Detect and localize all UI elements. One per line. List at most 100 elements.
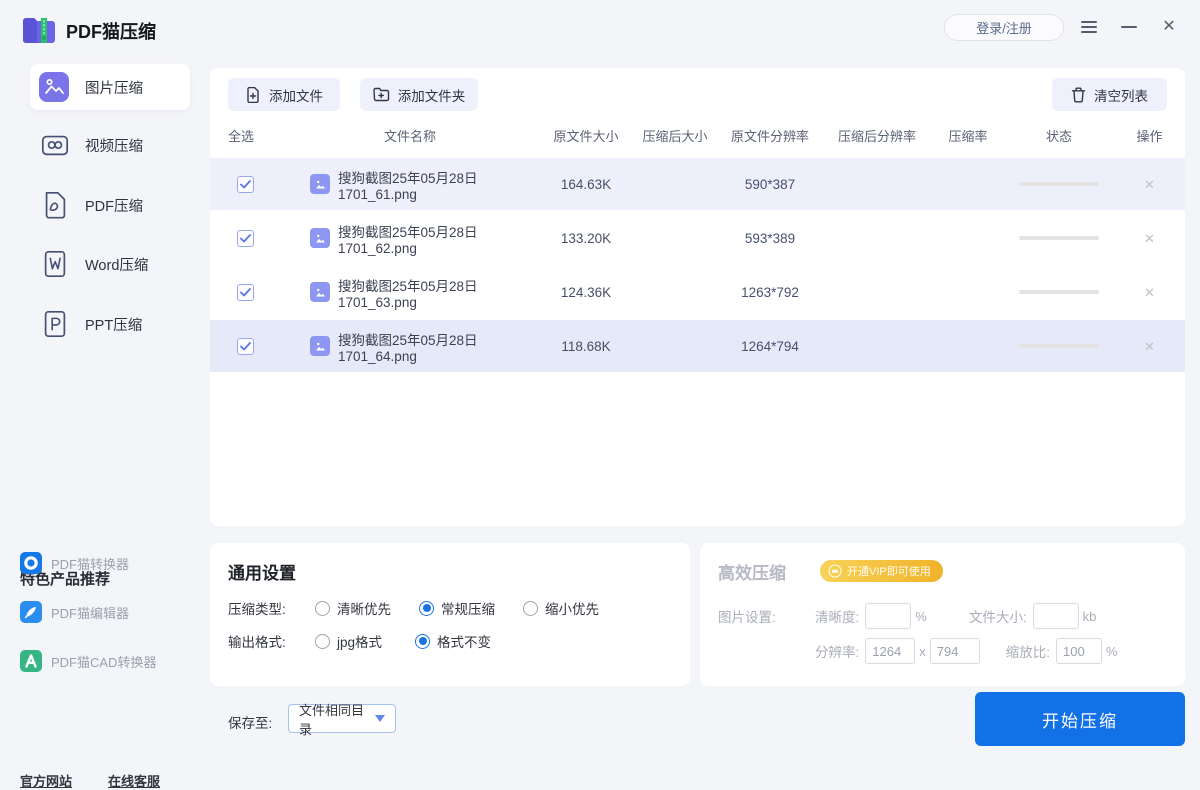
remove-file-icon[interactable]: ✕ — [1144, 286, 1155, 299]
ppt-compress-icon — [44, 310, 66, 338]
filesize-label: 文件大小: — [968, 610, 1027, 625]
resolution-width-input[interactable] — [865, 638, 916, 664]
clear-list-button[interactable]: 清空列表 — [1052, 78, 1167, 111]
status-progress-bar — [1019, 236, 1099, 240]
sidebar-item-word-compress[interactable]: Word压缩 — [30, 241, 190, 287]
vip-crown-icon — [828, 564, 842, 578]
converter-ring-icon — [20, 552, 42, 574]
status-progress-bar — [1019, 290, 1099, 294]
radio-label: 缩小优先 — [545, 602, 599, 617]
sidebar-item-video-compress[interactable]: 视频压缩 — [30, 122, 190, 168]
chevron-down-icon — [375, 715, 385, 722]
product-pdf-editor[interactable]: PDF猫编辑器 — [20, 600, 129, 624]
product-label: PDF猫CAD转换器 — [51, 654, 157, 670]
remove-file-icon[interactable]: ✕ — [1144, 340, 1155, 353]
output-format-row: 输出格式: jpg格式 格式不变 — [228, 631, 491, 651]
online-support-link[interactable]: 在线客服 — [108, 771, 160, 790]
save-to-label: 保存至: — [228, 716, 273, 731]
file-name: 搜狗截图25年05月28日1701_62.png — [338, 224, 478, 256]
product-label: PDF猫编辑器 — [51, 605, 130, 621]
row-checkbox[interactable] — [236, 229, 254, 247]
table-row: 搜狗截图25年05月28日1701_61.png 164.63K 590*387… — [210, 158, 1185, 210]
file-plus-icon — [247, 86, 259, 103]
login-register-button[interactable]: 登录/注册 — [944, 14, 1064, 41]
radio-jpg-format[interactable]: jpg格式 — [315, 631, 382, 651]
header-compression-ratio: 压缩率 — [948, 128, 988, 144]
scale-label: 缩放比: — [1005, 645, 1051, 660]
start-compress-button[interactable]: 开始压缩 — [975, 692, 1185, 746]
sidebar-item-label: PPT压缩 — [85, 317, 143, 334]
header-file-name: 文件名称 — [383, 128, 436, 144]
remove-file-icon[interactable]: ✕ — [1144, 178, 1155, 191]
file-toolbar: 添加文件 添加文件夹 清空列表 — [210, 78, 1185, 112]
close-icon[interactable]: ✕ — [1160, 18, 1178, 36]
menu-hamburger-icon[interactable] — [1080, 18, 1098, 36]
product-pdf-cad-converter[interactable]: PDF猫CAD转换器 — [20, 649, 156, 673]
original-resolution: 590*387 — [744, 176, 796, 192]
row-checkbox[interactable] — [236, 283, 254, 301]
sidebar-item-pdf-compress[interactable]: PDF压缩 — [30, 182, 190, 228]
general-settings-panel: 通用设置 压缩类型: 清晰优先 常规压缩 缩小优先 输出格式: jpg格式 格式… — [210, 543, 690, 686]
scale-input[interactable] — [1056, 638, 1103, 664]
word-compress-icon — [44, 250, 66, 278]
filesize-unit: kb — [1082, 608, 1097, 624]
file-name: 搜狗截图25年05月28日1701_61.png — [338, 170, 478, 202]
folder-plus-icon — [373, 87, 389, 102]
general-settings-title: 通用设置 — [228, 564, 296, 583]
table-header-row: 全选 文件名称 原文件大小 压缩后大小 原文件分辨率 压缩后分辨率 压缩率 状态… — [210, 120, 1185, 150]
radio-regular-compress[interactable]: 常规压缩 — [419, 598, 495, 618]
sidebar: 图片压缩 视频压缩 PDF压缩 Word压缩 PPT压缩 特色产品推荐 PDF猫… — [0, 60, 210, 789]
clarity-input[interactable] — [865, 603, 912, 629]
remove-file-icon[interactable]: ✕ — [1144, 232, 1155, 245]
radio-shrink-first[interactable]: 缩小优先 — [523, 598, 599, 618]
original-size: 118.68K — [561, 338, 611, 354]
image-file-icon — [310, 336, 330, 356]
login-register-label: 登录/注册 — [976, 21, 1032, 36]
vip-badge-label: 开通VIP即可使用 — [847, 566, 931, 578]
table-row: 搜狗截图25年05月28日1701_63.png 124.36K 1263*79… — [210, 266, 1185, 318]
app-logo-folder-icon — [23, 18, 55, 43]
resolution-height-input[interactable] — [929, 638, 980, 664]
header-original-resolution: 原文件分辨率 — [730, 128, 809, 144]
save-to-dropdown[interactable]: 文件相同目录 — [288, 703, 396, 737]
title-bar: PDF猫压缩 登录/注册 ✕ — [0, 0, 1200, 60]
sidebar-item-label: Word压缩 — [85, 257, 149, 274]
image-file-icon — [310, 282, 330, 302]
row-checkbox[interactable] — [236, 337, 254, 355]
header-select-all[interactable]: 全选 — [210, 126, 280, 145]
radio-clarity-first[interactable]: 清晰优先 — [315, 598, 391, 618]
sidebar-item-image-compress[interactable]: 图片压缩 — [30, 64, 190, 110]
header-compressed-size: 压缩后大小 — [642, 128, 708, 144]
radio-label: 常规压缩 — [441, 602, 495, 617]
radio-circle-icon — [419, 600, 434, 616]
radio-label: 清晰优先 — [337, 602, 391, 617]
file-name: 搜狗截图25年05月28日1701_63.png — [338, 278, 478, 310]
radio-keep-format[interactable]: 格式不变 — [415, 631, 491, 651]
original-size: 164.63K — [560, 176, 612, 192]
add-folder-button[interactable]: 添加文件夹 — [360, 78, 478, 111]
original-size: 124.36K — [560, 284, 612, 300]
filesize-input[interactable] — [1032, 603, 1079, 629]
radio-label: jpg格式 — [337, 635, 383, 650]
efficient-compress-panel: 高效压缩 开通VIP即可使用 图片设置: 清晰度: % 文件大小: kb 分辨率… — [700, 543, 1185, 686]
add-folder-label: 添加文件夹 — [397, 88, 466, 104]
resolution-separator: x — [919, 643, 926, 659]
original-resolution: 1264*794 — [741, 338, 799, 354]
official-website-link[interactable]: 官方网站 — [20, 771, 72, 790]
image-settings-label: 图片设置: — [718, 610, 776, 625]
row-checkbox[interactable] — [236, 175, 254, 193]
app-title: PDF猫压缩 — [66, 22, 156, 42]
vip-unlock-badge[interactable]: 开通VIP即可使用 — [820, 560, 943, 582]
product-label: PDF猫转换器 — [51, 556, 130, 572]
sidebar-item-label: 视频压缩 — [85, 138, 143, 155]
sidebar-item-ppt-compress[interactable]: PPT压缩 — [30, 301, 190, 347]
add-file-label: 添加文件 — [269, 88, 323, 104]
header-status: 状态 — [1045, 128, 1072, 144]
minimize-icon[interactable] — [1120, 18, 1138, 36]
app-window: PDF猫压缩 登录/注册 ✕ 图片压缩 视频压缩 PDF压缩 Word压缩 PP… — [0, 0, 1200, 789]
scale-unit: % — [1106, 643, 1118, 659]
product-pdf-converter[interactable]: PDF猫转换器 — [20, 551, 129, 575]
add-file-button[interactable]: 添加文件 — [228, 78, 340, 111]
efficient-compress-title: 高效压缩 — [718, 564, 786, 583]
radio-circle-icon — [415, 633, 431, 649]
